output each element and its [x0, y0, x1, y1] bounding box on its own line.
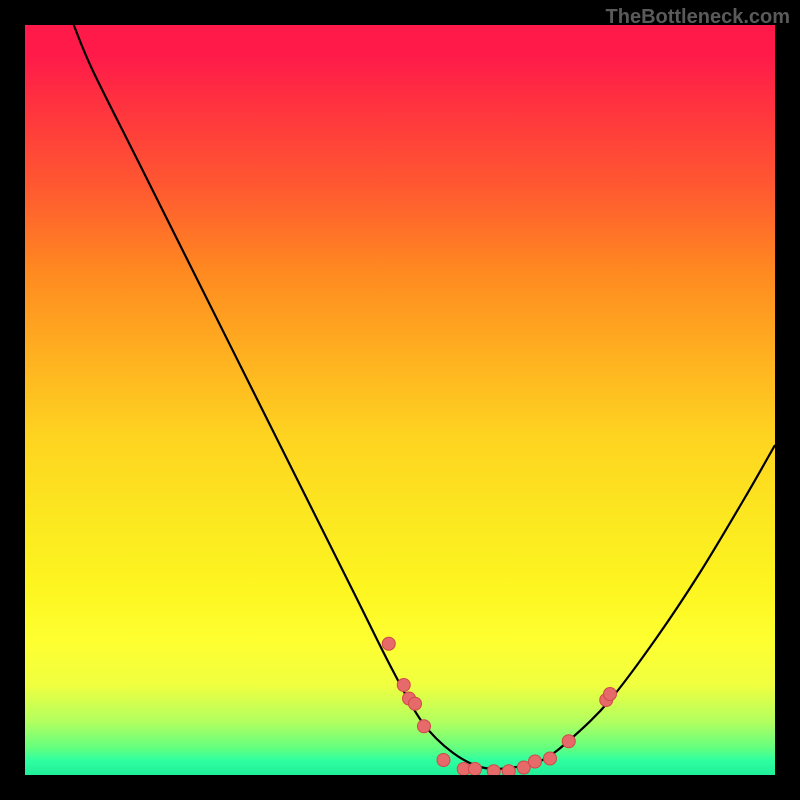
- data-dot: [529, 755, 542, 768]
- data-dot: [562, 735, 575, 748]
- data-dots: [382, 637, 616, 775]
- watermark-text: TheBottleneck.com: [606, 6, 790, 29]
- data-dot: [409, 697, 422, 710]
- chart-plot-area: [25, 25, 775, 775]
- data-dot: [382, 637, 395, 650]
- data-dot: [544, 752, 557, 765]
- data-dot: [604, 688, 617, 701]
- chart-svg: [25, 25, 775, 775]
- bottleneck-curve: [74, 25, 775, 769]
- data-dot: [437, 754, 450, 767]
- data-dot: [397, 679, 410, 692]
- data-dot: [469, 763, 482, 776]
- data-dot: [418, 720, 431, 733]
- data-dot: [487, 765, 500, 775]
- data-dot: [502, 765, 515, 775]
